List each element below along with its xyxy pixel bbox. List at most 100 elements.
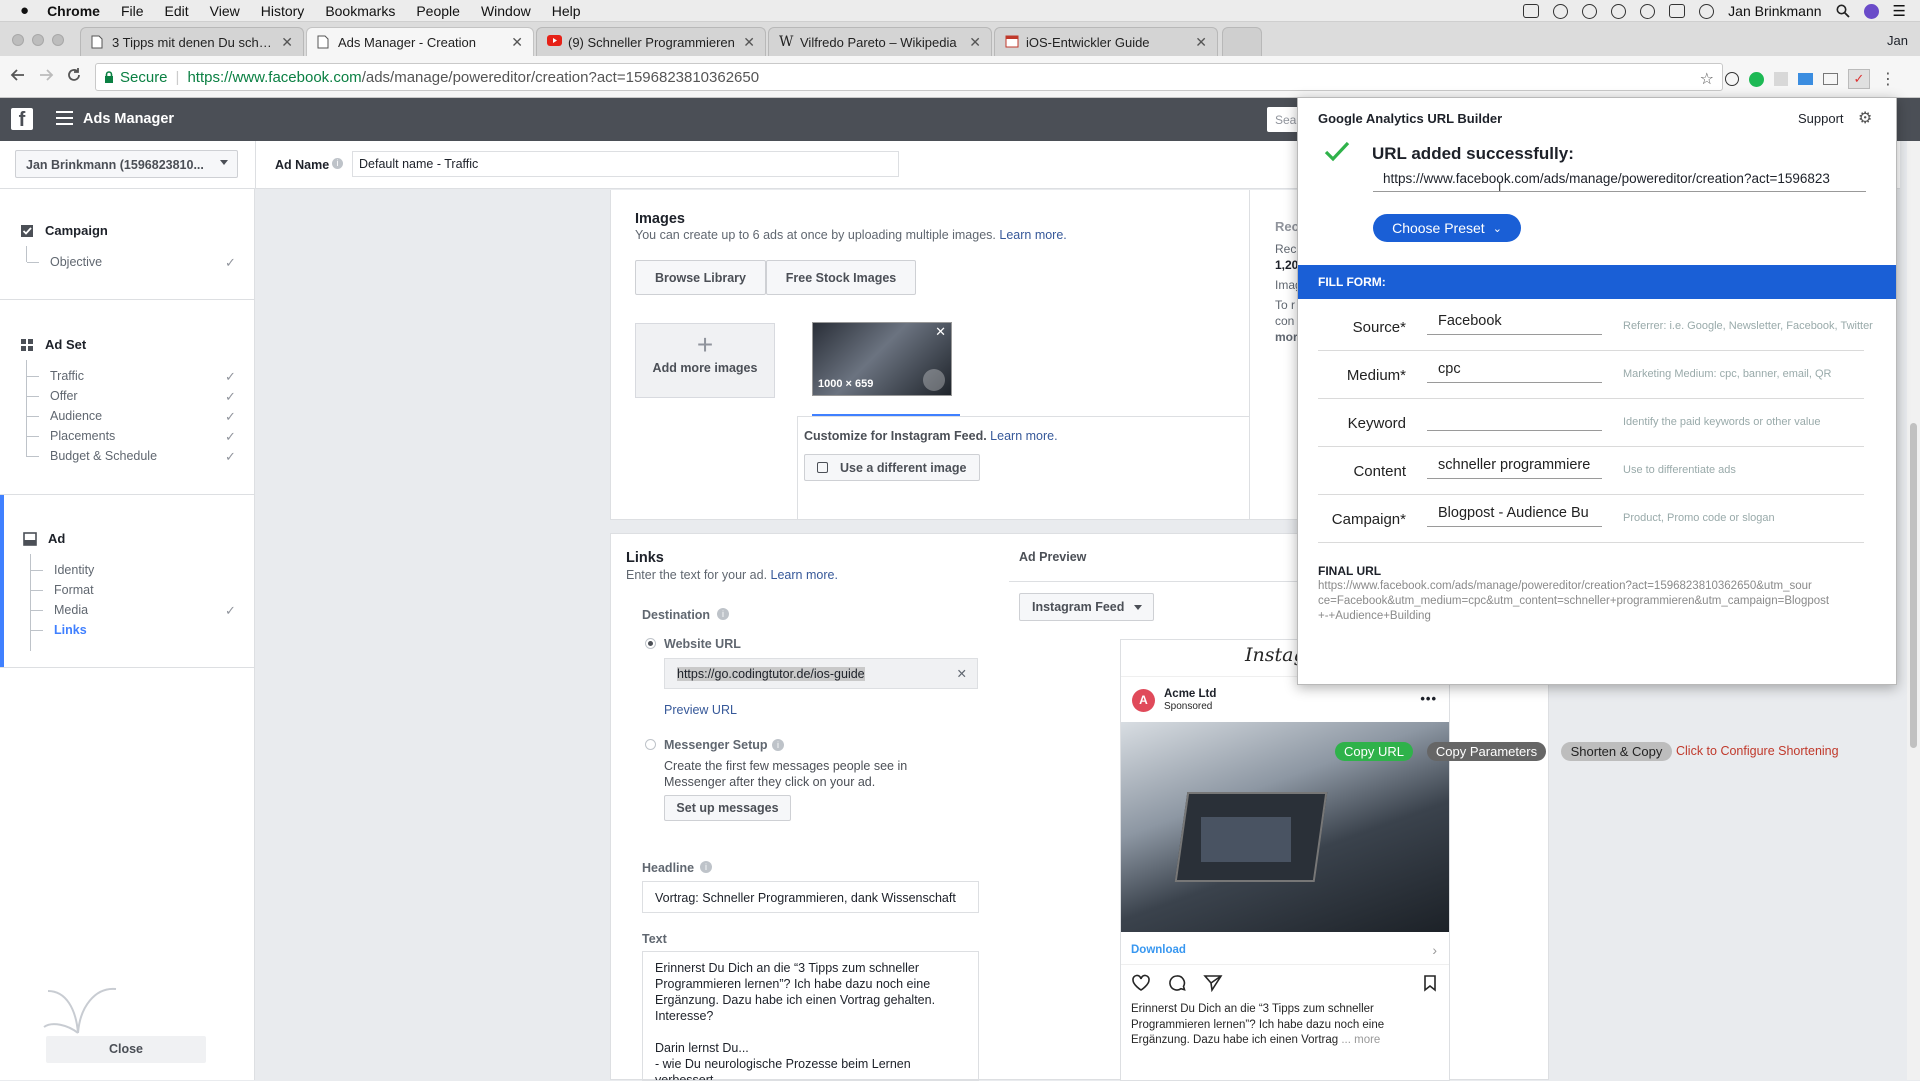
chrome-menu-icon[interactable]: ⋮ (1880, 69, 1896, 89)
menu-app[interactable]: Chrome (47, 3, 100, 19)
extension-info-icon[interactable] (1725, 72, 1739, 86)
nav-campaign[interactable]: Campaign (20, 223, 108, 238)
nav-item-links[interactable]: Links (54, 623, 87, 637)
reload-icon[interactable] (66, 67, 82, 83)
bookmark-icon[interactable] (1423, 974, 1437, 992)
menu-user-name[interactable]: Jan Brinkmann (1728, 3, 1821, 19)
airplay-icon[interactable] (1669, 4, 1686, 18)
menu-view[interactable]: View (210, 3, 240, 19)
comment-icon[interactable] (1167, 974, 1187, 992)
nav-item-identity[interactable]: Identity (54, 563, 94, 577)
profile-label[interactable]: Jan (1887, 33, 1908, 48)
bookmark-star-icon[interactable]: ☆ (1700, 69, 1714, 89)
browse-library-button[interactable]: Browse Library (635, 260, 766, 295)
tab-ads-manager[interactable]: Ads Manager - Creation ✕ (306, 27, 534, 56)
menu-bookmarks[interactable]: Bookmarks (325, 3, 395, 19)
images-learn-more-link[interactable]: Learn more. (999, 228, 1066, 242)
ad-name-input[interactable]: Default name - Traffic (352, 151, 899, 177)
address-bar[interactable]: Secure | https://www.facebook.com /ads/m… (95, 63, 1723, 91)
nav-item-format[interactable]: Format (54, 583, 94, 597)
screen-record-icon[interactable] (1523, 4, 1540, 18)
info-icon[interactable]: i (332, 158, 343, 169)
crop-icon[interactable] (923, 369, 945, 391)
nav-item-audience[interactable]: Audience (50, 409, 102, 423)
caption-more-link[interactable]: ... more (1341, 1034, 1380, 1046)
heart-icon[interactable] (1131, 974, 1151, 992)
nav-item-traffic[interactable]: Traffic (50, 369, 84, 383)
back-icon[interactable] (10, 67, 26, 83)
remove-image-icon[interactable]: ✕ (935, 324, 946, 340)
menu-people[interactable]: People (416, 3, 460, 19)
tab-close-icon[interactable]: ✕ (969, 34, 981, 51)
tab-close-icon[interactable]: ✕ (511, 34, 523, 51)
nav-ad[interactable]: Ad (23, 531, 65, 546)
window-close-icon[interactable] (12, 34, 24, 46)
shorten-copy-button[interactable]: Shorten & Copy (1561, 742, 1672, 761)
gear-icon[interactable]: ⚙ (1858, 108, 1872, 128)
ga-url-builder-extension-icon[interactable]: ✓ (1848, 69, 1870, 89)
tab-close-icon[interactable]: ✕ (1195, 34, 1207, 51)
source-input[interactable]: Facebook (1427, 313, 1602, 335)
choose-preset-button[interactable]: Choose Preset ⌄ (1373, 214, 1521, 242)
hamburger-menu-icon[interactable] (56, 111, 73, 125)
facebook-logo-icon[interactable]: f (11, 108, 33, 131)
copy-url-button[interactable]: Copy URL (1335, 742, 1413, 761)
use-different-image-button[interactable]: Use a different image (804, 454, 980, 481)
time-machine-icon[interactable] (1699, 3, 1715, 19)
tab-close-icon[interactable]: ✕ (743, 34, 755, 51)
add-more-images-button[interactable]: + Add more images (635, 323, 775, 398)
nav-ad-set[interactable]: Ad Set (20, 337, 86, 352)
set-up-messages-button[interactable]: Set up messages (664, 795, 791, 821)
nav-item-placements[interactable]: Placements (50, 429, 115, 443)
window-minimize-icon[interactable] (32, 34, 44, 46)
scrollbar-thumb[interactable] (1910, 423, 1917, 748)
headline-input[interactable]: Vortrag: Schneller Programmieren, dank W… (642, 881, 979, 913)
selected-image-thumbnail[interactable]: ✕ 1000 × 659 (812, 322, 952, 396)
medium-input[interactable]: cpc (1427, 361, 1602, 383)
account-selector[interactable]: Jan Brinkmann (1596823810... (15, 150, 238, 178)
security-icon[interactable] (1640, 3, 1656, 19)
website-url-radio[interactable] (645, 638, 656, 649)
clear-url-icon[interactable]: ✕ (957, 666, 967, 681)
messenger-setup-radio[interactable] (645, 739, 656, 750)
ad-text-textarea[interactable]: Erinnerst Du Dich an die “3 Tipps zum sc… (642, 951, 979, 1081)
siri-icon[interactable] (1863, 3, 1879, 19)
menu-help[interactable]: Help (552, 3, 581, 19)
extension-card-icon[interactable] (1798, 73, 1813, 85)
page-scrollbar[interactable] (1907, 141, 1920, 1080)
copy-parameters-button[interactable]: Copy Parameters (1427, 742, 1546, 761)
nav-item-budget-schedule[interactable]: Budget & Schedule (50, 449, 157, 463)
extension-m-icon[interactable] (1749, 71, 1764, 87)
share-icon[interactable] (1203, 974, 1223, 992)
tab-youtube[interactable]: (9) Schneller Programmieren ✕ (536, 27, 766, 56)
menu-edit[interactable]: Edit (165, 3, 189, 19)
ga-support-link[interactable]: Support (1798, 111, 1844, 126)
chevron-right-icon[interactable]: › (1432, 942, 1437, 958)
new-tab-button[interactable] (1222, 27, 1262, 56)
tab-ios-guide[interactable]: iOS-Entwickler Guide ✕ (994, 27, 1218, 56)
info-icon[interactable] (1611, 3, 1627, 19)
links-learn-more-link[interactable]: Learn more. (771, 568, 838, 582)
tab-tipps[interactable]: 3 Tipps mit denen Du schnelle ✕ (80, 27, 304, 56)
tab-wikipedia[interactable]: W Vilfredo Pareto – Wikipedia ✕ (768, 27, 992, 56)
forward-icon[interactable] (38, 67, 54, 83)
menu-file[interactable]: File (121, 3, 144, 19)
extension-puzzle-icon[interactable] (1774, 72, 1788, 86)
customize-learn-more-link[interactable]: Learn more. (990, 429, 1057, 443)
final-url-text[interactable]: https://www.facebook.com/ads/manage/powe… (1318, 579, 1878, 624)
preview-url-link[interactable]: Preview URL (664, 703, 737, 717)
close-button[interactable]: Close (46, 1036, 206, 1063)
nav-item-objective[interactable]: Objective (50, 255, 102, 269)
cta-download-link[interactable]: Download (1131, 944, 1186, 956)
website-url-input[interactable]: https://go.codingtutor.de/ios-guide ✕ (664, 658, 978, 689)
configure-shortening-link[interactable]: Click to Configure Shortening (1676, 744, 1839, 758)
notification-center-icon[interactable]: ☰ (1893, 2, 1906, 20)
spotlight-search-icon[interactable] (1836, 4, 1850, 18)
menu-window[interactable]: Window (481, 3, 531, 19)
apple-icon[interactable]: ● (20, 2, 29, 19)
cloud-icon[interactable] (1582, 3, 1598, 19)
menu-history[interactable]: History (261, 3, 305, 19)
added-url-field[interactable]: https://www.facebook.com/ads/manage/powe… (1373, 168, 1866, 192)
sync-icon[interactable] (1553, 3, 1569, 19)
campaign-input[interactable]: Blogpost - Audience Bu (1427, 505, 1602, 527)
